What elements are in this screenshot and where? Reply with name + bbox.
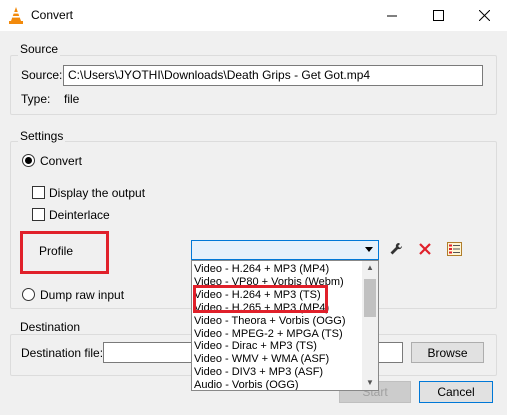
profile-list-icon [446,242,462,256]
profile-option[interactable]: Video - MPEG-2 + MPGA (TS) [194,328,343,340]
profile-option[interactable]: Video - Dirac + MP3 (TS) [194,340,317,352]
vlc-cone-icon [9,7,23,24]
profile-dropdown-list[interactable]: Video - H.264 + MP3 (MP4) Video - VP80 + … [191,260,379,391]
convert-label: Convert [40,154,83,168]
display-output-checkbox[interactable] [32,186,45,199]
close-button[interactable] [461,0,507,31]
maximize-icon [432,10,444,21]
minimize-icon [386,15,397,17]
convert-radio[interactable] [22,154,35,167]
chevron-down-icon [365,247,373,252]
deinterlace-label: Deinterlace [49,208,110,222]
deinterlace-checkbox[interactable] [32,208,45,221]
profile-select[interactable] [191,240,379,260]
source-path-field[interactable]: C:\Users\JYOTHI\Downloads\Death Grips - … [63,65,483,86]
title-bar: Convert [0,0,507,31]
display-output-label: Display the output [49,186,146,200]
profile-highlight-box [20,231,109,274]
close-icon [478,10,490,21]
new-profile-button[interactable] [442,238,466,260]
destination-group-label: Destination [18,320,83,334]
profile-option[interactable]: Video - H.264 + MP3 (MP4) [194,263,329,275]
source-label: Source: [21,68,63,82]
profile-option[interactable]: Video - DIV3 + MP3 (ASF) [194,366,323,378]
scroll-up-icon[interactable]: ▲ [366,264,374,272]
source-group-label: Source [18,42,61,56]
options-highlight-box [193,285,328,313]
minimize-button[interactable] [369,0,415,31]
destination-file-label: Destination file: [21,346,104,360]
wrench-icon [390,242,403,255]
type-value: file [64,92,80,106]
edit-profile-button[interactable] [384,238,408,260]
profile-option[interactable]: Video - Theora + Vorbis (OGG) [194,315,346,327]
delete-x-icon [419,243,431,255]
profile-option[interactable]: Audio - Vorbis (OGG) [194,379,299,390]
delete-profile-button[interactable] [413,238,437,260]
dump-raw-label: Dump raw input [40,288,125,302]
window-title: Convert [31,8,74,22]
scrollbar-thumb[interactable] [364,279,376,317]
profile-option[interactable]: Video - WMV + WMA (ASF) [194,353,329,365]
dropdown-scrollbar[interactable]: ▲ ▼ [362,261,378,390]
dump-raw-radio[interactable] [22,288,35,301]
type-label: Type: [21,92,51,106]
maximize-button[interactable] [415,0,461,31]
scroll-down-icon[interactable]: ▼ [366,379,374,387]
settings-group-label: Settings [18,129,66,143]
cancel-button[interactable]: Cancel [419,381,493,403]
browse-button[interactable]: Browse [411,342,484,363]
